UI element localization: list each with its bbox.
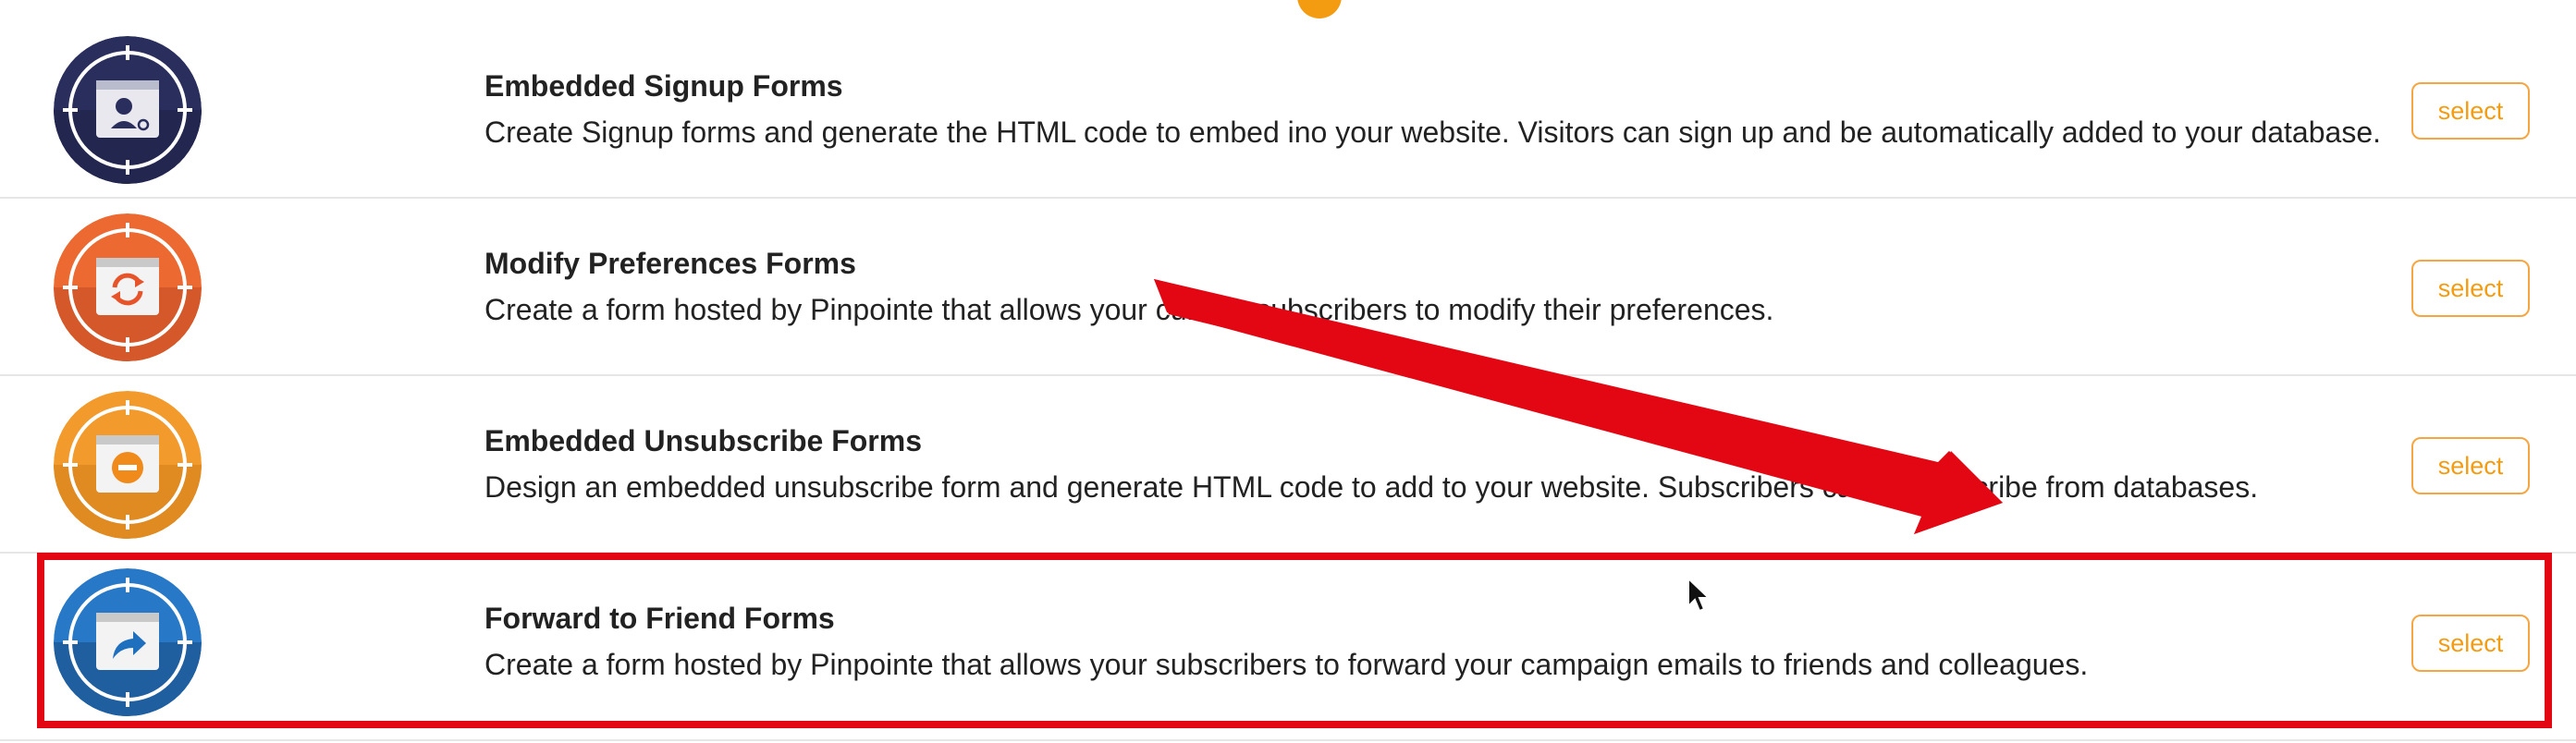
form-title: Modify Preferences Forms [485,247,856,280]
form-option-forward-to-friend: Forward to Friend Forms Create a form ho… [0,554,2576,731]
form-option-embedded-signup: Embedded Signup Forms Create Signup form… [0,21,2576,199]
form-title: Embedded Signup Forms [485,69,843,103]
form-option-embedded-unsubscribe: Embedded Unsubscribe Forms Design an emb… [0,376,2576,554]
share-forward-icon [54,568,202,716]
select-button[interactable]: select [2411,437,2530,494]
form-title: Forward to Friend Forms [485,602,835,635]
form-description: Design an embedded unsubscribe form and … [485,470,2259,504]
form-description: Create Signup forms and generate the HTM… [485,116,2381,149]
form-title: Embedded Unsubscribe Forms [485,424,922,457]
mouse-cursor-icon [1687,577,1711,613]
form-option-modify-preferences: Modify Preferences Forms Create a form h… [0,199,2576,376]
divider [0,739,2576,741]
select-button[interactable]: select [2411,260,2530,317]
refresh-icon [54,213,202,361]
info-icon [1297,0,1342,18]
user-add-icon [54,36,202,184]
select-button[interactable]: select [2411,82,2530,140]
form-description: Create a form hosted by Pinpointe that a… [485,293,1774,326]
minus-circle-icon [54,391,202,539]
form-description: Create a form hosted by Pinpointe that a… [485,648,2089,681]
select-button[interactable]: select [2411,615,2530,672]
